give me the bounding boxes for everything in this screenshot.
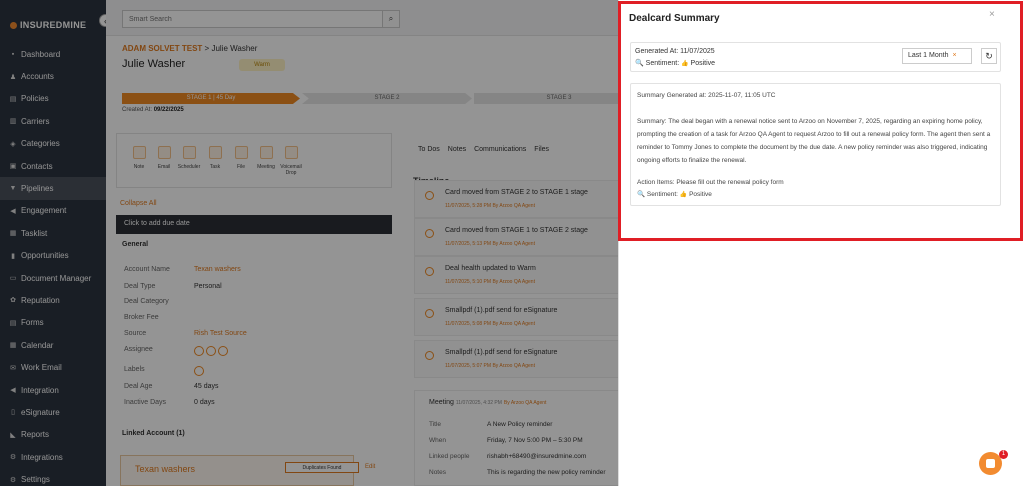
highlight-frame	[618, 1, 1023, 241]
app-root: INSUREDMINE ‹ ▪Dashboard♟Accounts▤Polici…	[0, 0, 1024, 486]
modal-overlay[interactable]	[0, 0, 618, 486]
chat-notification-badge: 1	[999, 450, 1008, 459]
chat-icon	[986, 459, 995, 468]
